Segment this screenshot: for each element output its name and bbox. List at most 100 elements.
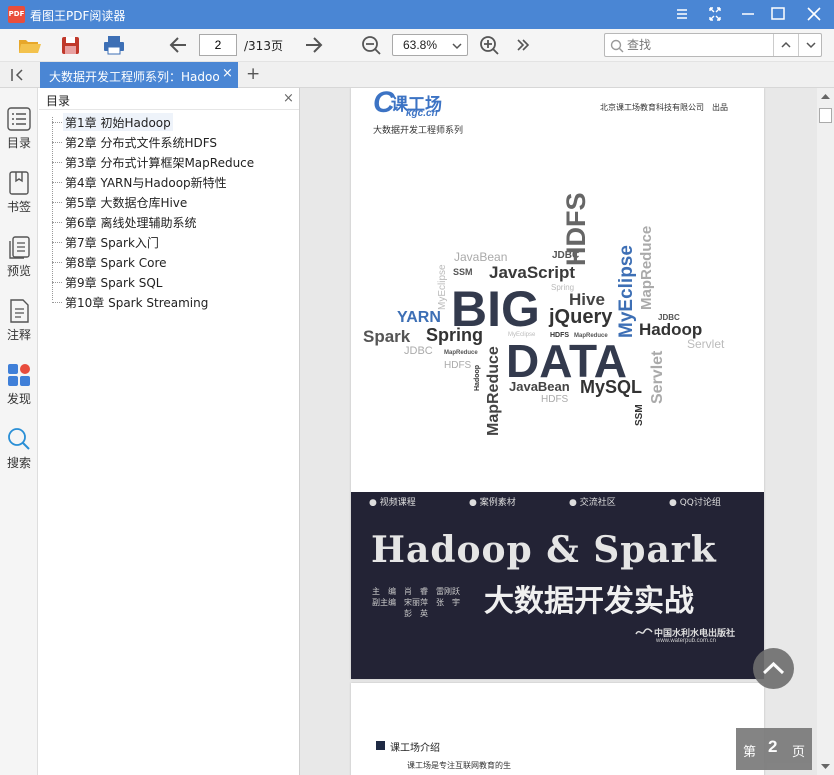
toc-item[interactable]: 第8章 Spark Core (63, 253, 169, 271)
left-sidebar: 目录 书签 预览 注释 发现 搜索 (0, 88, 38, 775)
double-chevron-right-icon (517, 39, 530, 51)
next-page-button[interactable] (300, 33, 326, 57)
toc-item[interactable]: 第7章 Spark入门 (63, 233, 161, 251)
cloud-word: MyEclipse (616, 245, 637, 338)
fullscreen-button[interactable] (703, 4, 727, 24)
document-tab[interactable]: 大数据开发工程师系列：Hadoop × (40, 62, 238, 88)
close-window-button[interactable] (802, 4, 826, 24)
app-logo-icon: PDF (8, 6, 25, 23)
tab-bar: 大数据开发工程师系列：Hadoop × + (0, 62, 834, 88)
cloud-word: MyEclipse (437, 264, 448, 310)
sidebar-item-label: 书签 (6, 200, 31, 214)
press-url: www.waterpub.com.cn (656, 638, 717, 644)
search-box (604, 33, 822, 57)
save-button[interactable] (58, 33, 84, 57)
window-title: 看图王PDF阅读器 (30, 9, 126, 23)
page-indicator-badge: 第 2 页 (736, 728, 812, 770)
search-prev-button[interactable] (775, 34, 797, 56)
toc-item[interactable]: 第6章 离线处理辅助系统 (63, 213, 198, 231)
sidebar-item-bookmark[interactable]: 书签 (0, 170, 38, 228)
tree-connector (52, 282, 62, 283)
zoom-out-button[interactable] (358, 33, 384, 57)
menu-button[interactable] (670, 4, 694, 24)
page2-text: 课工场是专注互联网教育的生 (407, 761, 511, 770)
page2-heading: 课工场介绍 (390, 743, 440, 754)
tree-connector (52, 262, 62, 263)
search-input[interactable] (627, 37, 771, 53)
sidebar-item-toc[interactable]: 目录 (0, 106, 38, 164)
vertical-scrollbar[interactable] (817, 88, 834, 775)
feature-tags-bar: ● 视频课程 ● 案例素材 ● 交流社区 ● QQ讨论组 (351, 489, 764, 508)
page-indicator-prefix: 第 (743, 745, 757, 760)
search-next-button[interactable] (800, 34, 822, 56)
pdf-page-2: 课工场介绍 课工场是专注互联网教育的生 (351, 683, 764, 775)
page-indicator-suffix: 页 (792, 745, 806, 760)
toc-title: 目录 (46, 94, 71, 108)
publisher-name: 北京课工场教育科技有限公司 出品 (600, 103, 728, 112)
new-tab-button[interactable]: + (246, 64, 260, 84)
open-folder-button[interactable] (17, 33, 43, 57)
cloud-word: JavaScript (489, 263, 575, 282)
toc-item[interactable]: 第10章 Spark Streaming (63, 293, 210, 311)
cloud-word: HDFS (550, 332, 570, 339)
cloud-word: SSM (634, 404, 645, 426)
pdf-page-cover: C 课工场 kgc.cn 大数据开发工程师系列 北京课工场教育科技有限公司 出品… (351, 88, 764, 679)
print-button[interactable] (101, 33, 127, 57)
cloud-word: MapReduce (574, 333, 608, 339)
minimize-button[interactable] (736, 4, 760, 24)
tab-close-button[interactable]: × (222, 66, 233, 81)
cloud-word: Spark (363, 327, 411, 346)
back-to-top-button[interactable] (753, 648, 794, 689)
scroll-up-arrow-icon[interactable] (821, 93, 830, 99)
scroll-thumb[interactable] (819, 108, 832, 123)
toc-icon (7, 107, 31, 131)
cloud-word: MyEclipse (508, 332, 536, 338)
document-viewer[interactable]: C 课工场 kgc.cn 大数据开发工程师系列 北京课工场教育科技有限公司 出品… (300, 88, 817, 775)
zoom-select[interactable]: 63.8% (392, 34, 468, 56)
arrow-left-icon (169, 37, 186, 53)
cloud-word: Servlet (687, 337, 725, 351)
page-number-input[interactable] (199, 34, 237, 56)
toc-item[interactable]: 第4章 YARN与Hadoop新特性 (63, 173, 229, 191)
annotation-icon (10, 299, 29, 323)
tree-connector (52, 302, 62, 303)
printer-icon (104, 36, 124, 55)
series-name: 大数据开发工程师系列 (373, 125, 464, 135)
zoom-in-icon (480, 36, 499, 55)
sidebar-item-search[interactable]: 搜索 (0, 426, 38, 484)
cloud-word: JavaBean (454, 250, 508, 264)
divider (773, 34, 774, 56)
zoom-in-button[interactable] (476, 33, 502, 57)
tree-connector (52, 122, 62, 123)
toc-item[interactable]: 第1章 初始Hadoop (63, 113, 173, 131)
toc-header: 目录 × (39, 88, 299, 110)
cloud-word: HDFS (444, 360, 472, 371)
chevron-up-icon (781, 41, 791, 48)
toc-item[interactable]: 第9章 Spark SQL (63, 273, 164, 291)
tree-connector (52, 242, 62, 243)
sidebar-item-discover[interactable]: 发现 (0, 362, 38, 420)
toc-item[interactable]: 第3章 分布式计算框架MapReduce (63, 153, 256, 171)
bookmark-icon (9, 171, 29, 195)
sidebar-item-preview[interactable]: 预览 (0, 234, 38, 292)
toc-item[interactable]: 第5章 大数据仓库Hive (63, 193, 189, 211)
toc-item[interactable]: 第2章 分布式文件系统HDFS (63, 133, 219, 151)
cloud-word: Servlet (649, 350, 666, 404)
collapse-left-icon (11, 69, 23, 81)
prev-page-button[interactable] (166, 33, 192, 57)
search-icon (610, 39, 624, 53)
scroll-down-arrow-icon[interactable] (821, 764, 830, 770)
sidebar-item-label: 目录 (6, 136, 31, 150)
cloud-word: Spring (426, 325, 483, 345)
page-total: /313页 (244, 39, 283, 53)
tree-line (52, 117, 53, 300)
toc-close-button[interactable]: × (283, 91, 294, 106)
author-line: 副主编 宋丽萍 张 宇 (372, 598, 460, 607)
collapse-sidebar-button[interactable] (8, 66, 28, 84)
sidebar-item-label: 搜索 (6, 456, 31, 470)
tree-connector (52, 222, 62, 223)
more-tools-button[interactable] (510, 33, 536, 57)
sidebar-item-annotation[interactable]: 注释 (0, 298, 38, 356)
maximize-button[interactable] (766, 4, 790, 24)
cloud-word: Hadoop (639, 320, 703, 339)
